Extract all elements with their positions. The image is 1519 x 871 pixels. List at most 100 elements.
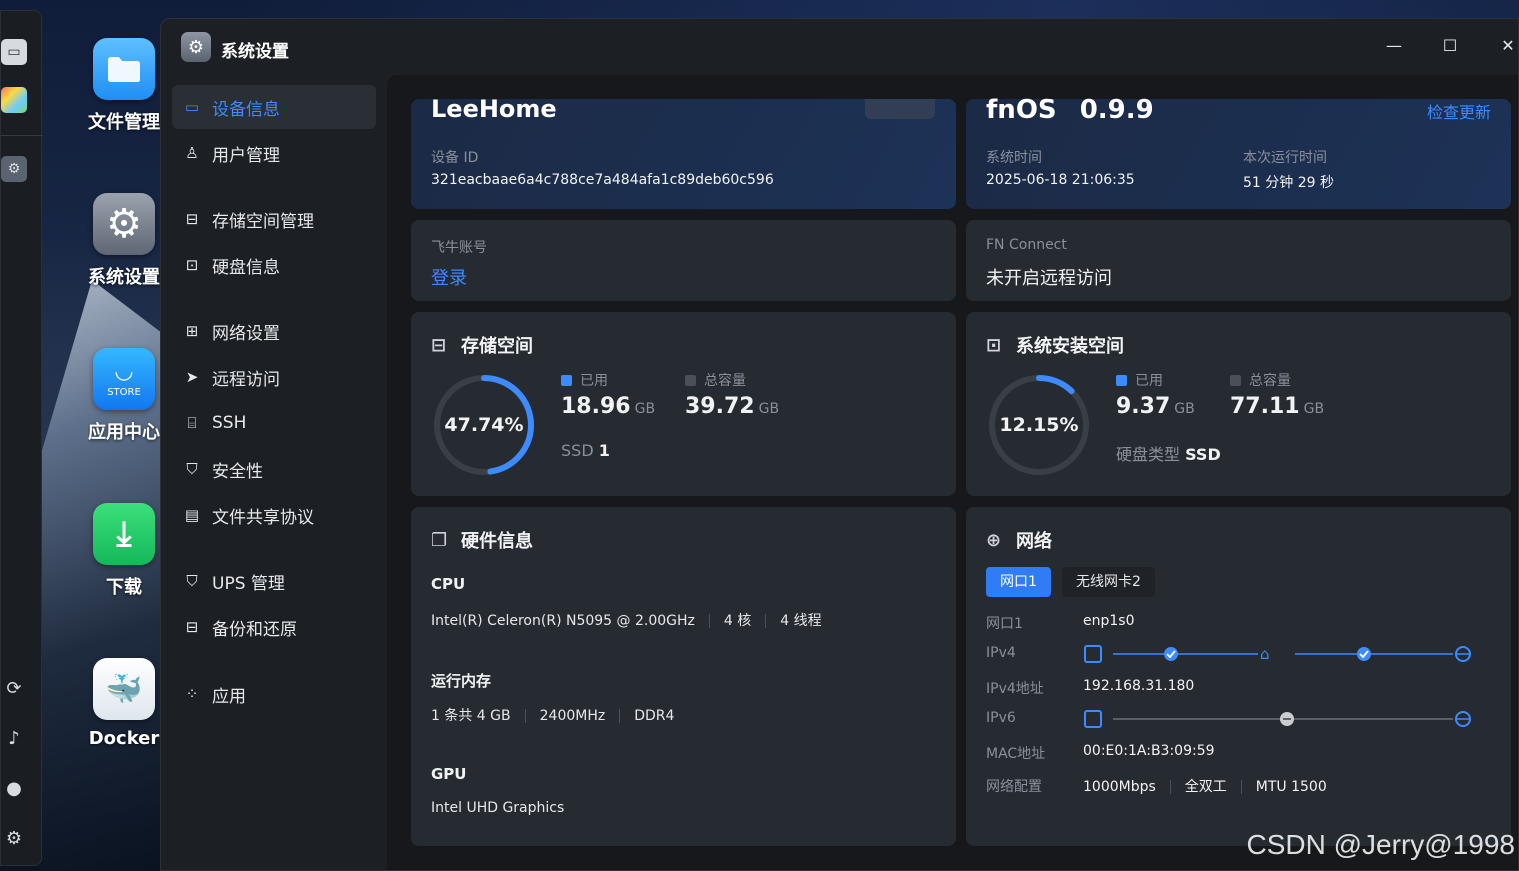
- separator: [524, 709, 526, 723]
- uptime-label: 本次运行时间: [1243, 150, 1327, 166]
- sidebar-item-remote[interactable]: ➤ 远程访问: [172, 355, 376, 399]
- storage-used-label: 已用: [580, 373, 608, 389]
- close-button[interactable]: ✕: [1497, 35, 1518, 57]
- docker-whale-icon: 🐳: [93, 658, 155, 720]
- sidebar-item-ssh[interactable]: ⌸ SSH: [172, 401, 376, 445]
- bell-icon[interactable]: ♪: [1, 725, 27, 751]
- sidebar-item-apps[interactable]: ⁘ 应用: [172, 672, 376, 716]
- sidebar-item-storage[interactable]: ⊟ 存储空间管理: [172, 197, 376, 241]
- dock-separator: [1, 135, 43, 136]
- tab-wifi2[interactable]: 无线网卡2: [1062, 567, 1155, 597]
- system-space-ring: 12.15%: [986, 372, 1092, 478]
- backup-icon: ⊟: [185, 618, 199, 636]
- system-space-card[interactable]: ⊡ 系统安装空间 12.15% 已用 总容量 9.37 GB 77.11 GB 硬盘类…: [966, 312, 1511, 496]
- storage-type-label: SSD: [561, 441, 594, 460]
- file-icon: ▤: [184, 506, 200, 524]
- desktop-icon-appcenter[interactable]: ◡ STORE 应用中心: [88, 348, 160, 444]
- device-name: LeeHome: [431, 95, 557, 123]
- settings-window: ⚙ 系统设置 — ☐ ✕ ▭ 设备信息 ♙ 用户管理 ⊟ 存储空间管理 ⊡ 硬盘信息 ⊞…: [160, 18, 1519, 871]
- desktop-icon-docker[interactable]: 🐳 Docker: [88, 658, 160, 749]
- separator: [765, 614, 767, 628]
- window-titlebar[interactable]: ⚙ 系统设置 — ☐ ✕: [161, 19, 1518, 75]
- monitor-icon[interactable]: ▭: [1, 39, 27, 65]
- window-title: 系统设置: [221, 42, 289, 62]
- check-update-link[interactable]: 检查更新: [1427, 99, 1491, 123]
- ups-icon: ⛉: [186, 572, 198, 590]
- user-icon: ♙: [185, 144, 199, 162]
- cpu-model: Intel(R) Celeron(R) N5095 @ 2.00GHz: [431, 613, 695, 629]
- gpu-model: Intel UHD Graphics: [431, 800, 565, 816]
- fn-connect-label: FN Connect: [986, 237, 1067, 253]
- system-total-unit: GB: [1303, 401, 1325, 417]
- config-row: 1000Mbps 全双工 MTU 1500: [1083, 776, 1327, 796]
- sidebar-item-label: 应用: [212, 686, 246, 707]
- storage-icon: ⊟: [431, 334, 447, 356]
- send-icon: ➤: [185, 368, 199, 386]
- system-space-title: ⊡ 系统安装空间: [986, 332, 1124, 358]
- port-value: enp1s0: [1083, 613, 1135, 629]
- storage-title-text: 存储空间: [461, 336, 533, 357]
- config-duplex: 全双工: [1184, 779, 1227, 795]
- system-used-legend: 已用: [1116, 370, 1163, 390]
- sidebar-item-backup[interactable]: ⊟ 备份和还原: [172, 605, 376, 649]
- store-icon: ◡ STORE: [93, 348, 155, 410]
- sidebar-item-security[interactable]: ⛉ 安全性: [172, 447, 376, 491]
- sidebar-item-network[interactable]: ⊞ 网络设置: [172, 309, 376, 353]
- system-used-label: 已用: [1135, 373, 1163, 389]
- fn-connect-status: 未开启远程访问: [986, 268, 1112, 289]
- os-heading: fnOS 0.9.9: [986, 95, 1154, 125]
- separator: [1240, 780, 1242, 794]
- account-card: 飞牛账号 登录: [411, 220, 956, 301]
- desktop-icon-settings[interactable]: ⚙ 系统设置: [88, 193, 160, 289]
- settings-dock-icon[interactable]: ⚙: [1, 156, 27, 182]
- device-card: LeeHome 设备 ID 321eacbaae6a4c788ce7a484af…: [411, 95, 956, 209]
- sidebar-item-disk[interactable]: ⊡ 硬盘信息: [172, 243, 376, 287]
- tab-port1[interactable]: 网口1: [986, 567, 1051, 597]
- user-icon[interactable]: ●: [1, 775, 27, 801]
- gpu-label: GPU: [431, 765, 467, 783]
- device-id-value: 321eacbaae6a4c788ce7a484afa1c89deb60c596: [431, 172, 774, 188]
- desktop-icon-files[interactable]: 文件管理: [88, 38, 160, 134]
- ipv6-topology: [1084, 710, 1471, 728]
- storage-card[interactable]: ⊟ 存储空间 47.74% 已用 总容量 18.96 GB 39.72 GB SSD …: [411, 312, 956, 496]
- sidebar-item-ups[interactable]: ⛉ UPS 管理: [172, 559, 376, 603]
- store-badge: STORE: [107, 386, 141, 398]
- desktop-icon-label: 应用中心: [88, 422, 160, 443]
- storage-percent: 47.74%: [444, 414, 524, 436]
- settings-sidebar: ▭ 设备信息 ♙ 用户管理 ⊟ 存储空间管理 ⊡ 硬盘信息 ⊞ 网络设置 ➤ 远程访问 ⌸ S…: [161, 75, 387, 870]
- system-time-value: 2025-06-18 21:06:35: [986, 172, 1135, 188]
- ram-freq: 2400MHz: [539, 708, 606, 724]
- login-link[interactable]: 登录: [431, 264, 467, 290]
- hardware-icon: ❐: [431, 529, 448, 551]
- minimize-button[interactable]: —: [1383, 35, 1405, 57]
- settings-app-icon: ⚙: [181, 32, 211, 62]
- sidebar-item-label: 远程访问: [212, 369, 280, 390]
- sidebar-item-users[interactable]: ♙ 用户管理: [172, 131, 376, 175]
- download-icon: ⤓: [93, 503, 155, 565]
- system-total-label: 总容量: [1249, 373, 1291, 389]
- gear-icon[interactable]: ⚙: [1, 825, 27, 851]
- hardware-card: ❐ 硬件信息 CPU Intel(R) Celeron(R) N5095 @ 2.…: [411, 507, 956, 846]
- storage-type-row: SSD 1: [561, 441, 610, 460]
- desktop-icon-download[interactable]: ⤓ 下载: [88, 503, 160, 599]
- sync-icon[interactable]: ⟳: [1, 675, 27, 701]
- config-mtu: MTU 1500: [1255, 779, 1327, 795]
- sidebar-item-file-sharing[interactable]: ▤ 文件共享协议: [172, 493, 376, 537]
- store-smile-icon: ◡: [114, 358, 134, 384]
- shield-icon: ⛉: [186, 460, 198, 478]
- uptime-value: 51 分钟 29 秒: [1243, 175, 1334, 191]
- sidebar-item-label: UPS 管理: [212, 573, 285, 594]
- port-label: 网口1: [986, 616, 1023, 632]
- system-type-row: 硬盘类型 SSD: [1116, 441, 1221, 465]
- sidebar-item-label: 硬盘信息: [212, 257, 280, 278]
- storage-used-unit: GB: [634, 401, 656, 417]
- sidebar-item-device-info[interactable]: ▭ 设备信息: [172, 85, 376, 129]
- fn-connect-card: FN Connect 未开启远程访问: [966, 220, 1511, 301]
- device-icon: ▭: [184, 98, 200, 116]
- ram-type: DDR4: [634, 708, 675, 724]
- app-grid-icon[interactable]: [1, 87, 27, 113]
- port-icon: [1084, 645, 1102, 663]
- system-time-label: 系统时间: [986, 150, 1042, 166]
- maximize-button[interactable]: ☐: [1439, 35, 1461, 57]
- sidebar-item-label: 存储空间管理: [212, 211, 314, 232]
